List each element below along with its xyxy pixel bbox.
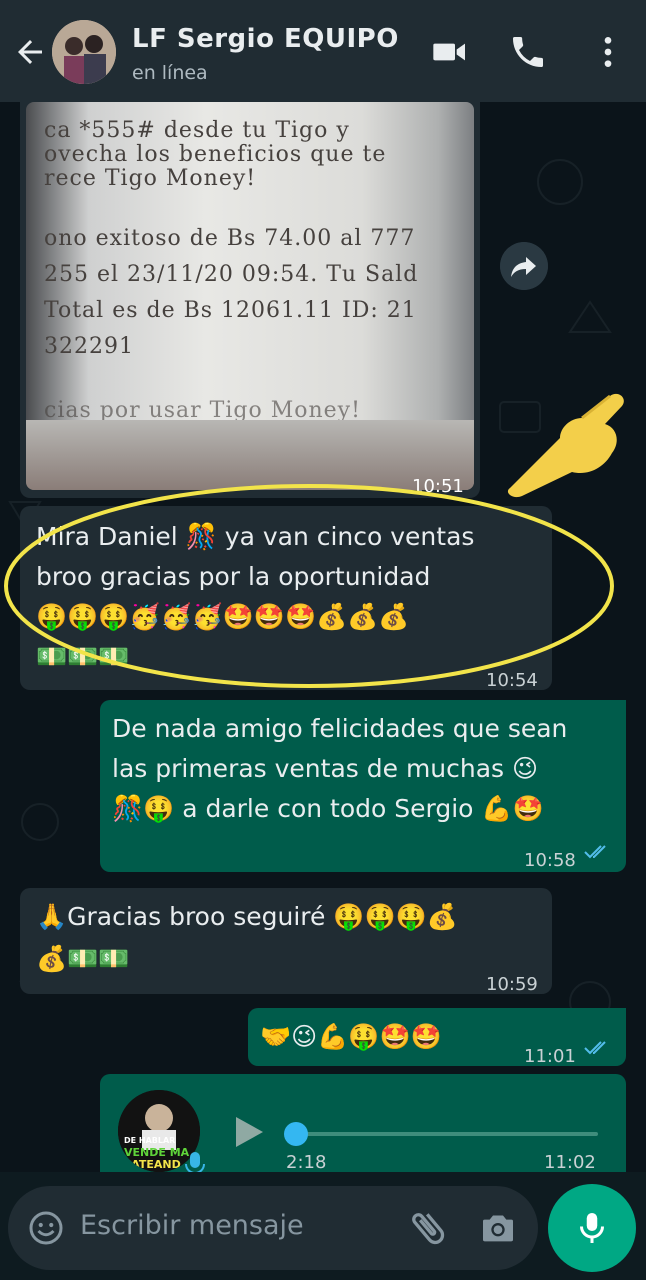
- message-composer[interactable]: Escribir mensaje: [8, 1186, 538, 1270]
- contact-status: en línea: [132, 62, 208, 84]
- receipt-text-line: ono exitoso de Bs 74.00 al 777: [44, 226, 416, 251]
- message-text-line: 🙏Gracias broo seguiré 🤑🤑🤑💰: [36, 902, 458, 931]
- double-check-read-icon: [584, 845, 606, 859]
- voice-message[interactable]: DE HABLAR VENDE MA HATEAND 2:18 11:02: [100, 1074, 626, 1172]
- more-options-icon[interactable]: [588, 32, 628, 72]
- message-emoji-line: 💰💵💵: [36, 944, 130, 973]
- message-time: 10:59: [486, 974, 538, 995]
- mic-icon: [580, 1213, 604, 1243]
- forward-icon[interactable]: [500, 242, 548, 290]
- receipt-text-line: Total es de Bs 12061.11 ID: 21: [44, 298, 417, 323]
- thumb-text: HATEAND: [122, 1158, 181, 1171]
- message-text-line: las primeras ventas de muchas 😉: [112, 754, 539, 783]
- camera-icon[interactable]: [478, 1208, 518, 1248]
- receipt-photo[interactable]: ca *555# desde tu Tigo y ovecha los bene…: [26, 102, 474, 490]
- message-time: 10:58: [524, 850, 576, 871]
- audio-progress-track[interactable]: [296, 1132, 598, 1136]
- contact-avatar[interactable]: [52, 20, 116, 84]
- audio-progress-thumb[interactable]: [284, 1122, 308, 1146]
- image-message[interactable]: ca *555# desde tu Tigo y ovecha los bene…: [20, 102, 480, 498]
- outgoing-message[interactable]: De nada amigo felicidades que sean las p…: [100, 700, 626, 872]
- mic-badge-icon: [185, 1152, 205, 1172]
- contact-name[interactable]: LF Sergio EQUIPO: [132, 24, 399, 54]
- outgoing-message[interactable]: 🤝😉💪🤑🤩🤩 11:01: [248, 1008, 626, 1067]
- back-arrow-icon[interactable]: [12, 34, 48, 70]
- chat-area[interactable]: ca *555# desde tu Tigo y ovecha los bene…: [0, 102, 646, 1172]
- attach-icon[interactable]: [406, 1206, 450, 1250]
- audio-duration: 2:18: [286, 1152, 327, 1172]
- highlight-circle: [4, 484, 614, 688]
- emoji-icon[interactable]: [28, 1210, 64, 1246]
- message-time: 11:02: [544, 1152, 596, 1172]
- voice-record-button[interactable]: [548, 1184, 636, 1272]
- incoming-message[interactable]: 🙏Gracias broo seguiré 🤑🤑🤑💰 💰💵💵 10:59: [20, 888, 552, 995]
- phone-call-icon[interactable]: [508, 32, 548, 72]
- message-input[interactable]: Escribir mensaje: [80, 1210, 304, 1241]
- receipt-text-line: rece Tigo Money!: [44, 166, 257, 191]
- play-icon[interactable]: [230, 1114, 266, 1150]
- message-emoji-line: 🤝😉💪🤑🤩🤩: [260, 1022, 442, 1051]
- video-call-icon[interactable]: [430, 32, 470, 72]
- double-check-read-icon: [584, 1041, 606, 1055]
- receipt-text-line: 322291: [44, 334, 134, 359]
- thumb-text: DE HABLAR: [124, 1136, 176, 1145]
- message-time: 11:01: [524, 1046, 576, 1067]
- receipt-text-line: 255 el 23/11/20 09:54. Tu Sald: [44, 262, 419, 287]
- chat-header: LF Sergio EQUIPO en línea: [0, 0, 646, 102]
- receipt-photo-bottom: [26, 420, 474, 490]
- message-text-line: 🎊🤑 a darle con todo Sergio 💪🤩: [112, 794, 544, 823]
- message-text-line: De nada amigo felicidades que sean: [112, 714, 568, 743]
